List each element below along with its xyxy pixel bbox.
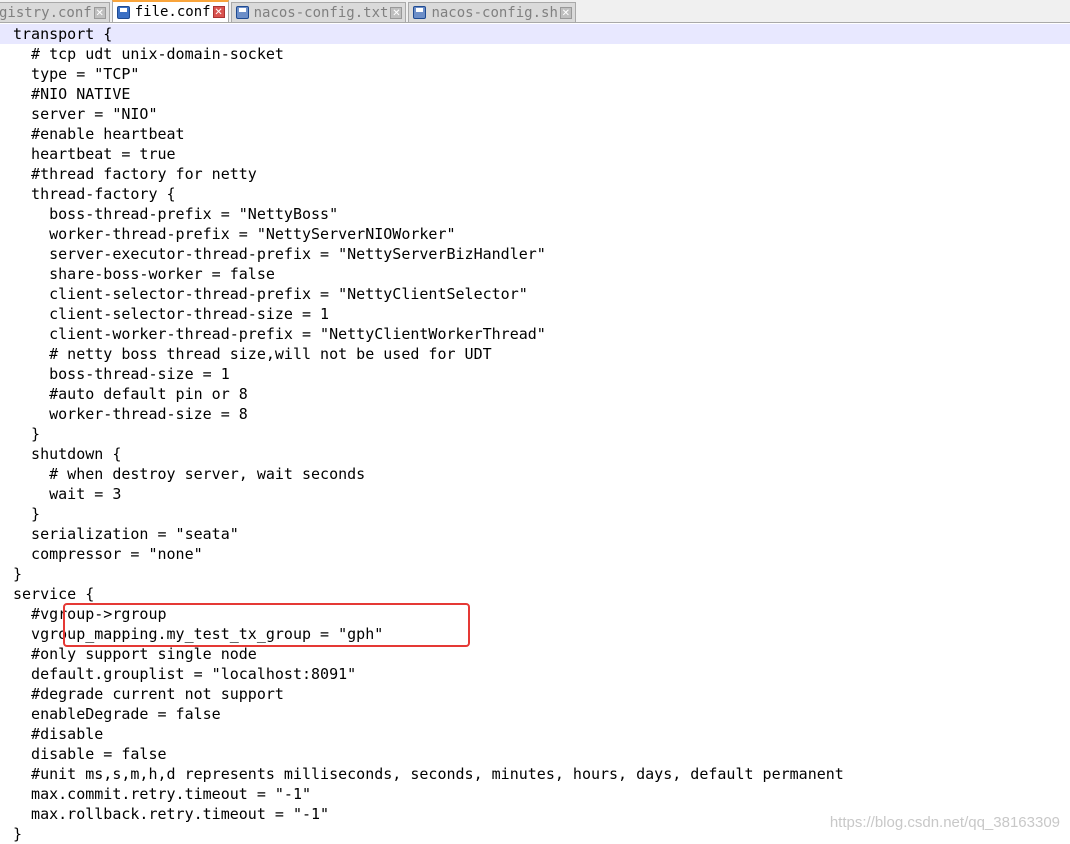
code-line: }	[13, 425, 41, 443]
code-line: heartbeat = true	[13, 145, 176, 163]
save-disk-icon	[235, 6, 249, 19]
tab-label: file.conf	[134, 4, 211, 20]
code-line: #thread factory for netty	[13, 165, 257, 183]
code-line: service {	[13, 585, 95, 603]
code-line: client-worker-thread-prefix = "NettyClie…	[13, 325, 546, 343]
code-line: #NIO NATIVE	[13, 85, 131, 103]
close-icon[interactable]: ✕	[390, 6, 403, 19]
code-line: share-boss-worker = false	[13, 265, 275, 283]
code-line: # tcp udt unix-domain-socket	[13, 45, 284, 63]
code-line: server = "NIO"	[13, 105, 158, 123]
tab-bar: gistry.conf ✕ file.conf ✕ nacos-config.txt ✕ n…	[0, 0, 1070, 23]
code-line: client-selector-thread-prefix = "NettyCl…	[13, 285, 528, 303]
tab-1[interactable]: file.conf ✕	[111, 0, 229, 22]
close-icon[interactable]: ✕	[559, 6, 572, 19]
code-line: worker-thread-prefix = "NettyServerNIOWo…	[13, 225, 456, 243]
tab-0[interactable]: gistry.conf ✕	[0, 2, 110, 22]
code-line: boss-thread-prefix = "NettyBoss"	[13, 205, 339, 223]
code-line: transport {	[13, 25, 113, 43]
save-disk-icon	[413, 6, 427, 19]
code-line: boss-thread-size = 1	[13, 365, 230, 383]
code-line: enableDegrade = false	[13, 705, 221, 723]
code-line: type = "TCP"	[13, 65, 140, 83]
close-icon[interactable]: ✕	[93, 6, 106, 19]
code-line: compressor = "none"	[13, 545, 203, 563]
code-line: shutdown {	[13, 445, 122, 463]
code-line: }	[13, 565, 23, 583]
save-disk-icon	[116, 5, 130, 19]
code-line: client-selector-thread-size = 1	[13, 305, 330, 323]
code-line: #auto default pin or 8	[13, 385, 248, 403]
tab-label: nacos-config.sh	[431, 4, 558, 21]
close-icon[interactable]: ✕	[212, 6, 225, 18]
code-line: worker-thread-size = 8	[13, 405, 248, 423]
code-line: max.rollback.retry.timeout = "-1"	[13, 805, 330, 823]
code-line: disable = false	[13, 745, 167, 763]
annotation-highlight-box	[63, 603, 470, 647]
code-line: wait = 3	[13, 485, 122, 503]
tab-label: gistry.conf	[0, 4, 92, 21]
tab-label: nacos-config.txt	[253, 4, 389, 21]
current-line-highlight	[0, 24, 1070, 44]
code-line: server-executor-thread-prefix = "NettySe…	[13, 245, 546, 263]
code-line: #disable	[13, 725, 104, 743]
tab-3[interactable]: nacos-config.sh ✕	[408, 2, 576, 22]
code-editor[interactable]: transport { # tcp udt unix-domain-socket…	[0, 23, 1070, 843]
code-line: thread-factory {	[13, 185, 176, 203]
code-line: }	[13, 825, 23, 843]
watermark: https://blog.csdn.net/qq_38163309	[829, 814, 1060, 831]
code-line: #only support single node	[13, 645, 257, 663]
code-line: }	[13, 505, 41, 523]
code-line: serialization = "seata"	[13, 525, 239, 543]
code-line: # netty boss thread size,will not be use…	[13, 345, 492, 363]
code-line: #unit ms,s,m,h,d represents milliseconds…	[13, 765, 844, 783]
code-line: #degrade current not support	[13, 685, 284, 703]
code-line: #enable heartbeat	[13, 125, 185, 143]
code-line: default.grouplist = "localhost:8091"	[13, 665, 357, 683]
tab-2[interactable]: nacos-config.txt ✕	[230, 2, 407, 22]
code-line: # when destroy server, wait seconds	[13, 465, 366, 483]
code-line: max.commit.retry.timeout = "-1"	[13, 785, 312, 803]
